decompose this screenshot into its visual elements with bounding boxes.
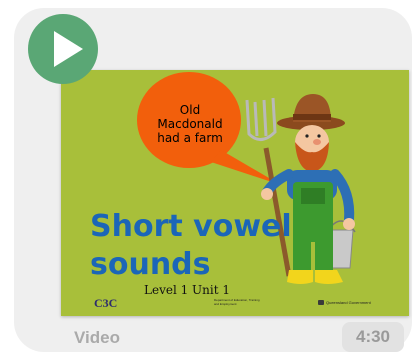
department-logo-text: Department of Education, Training and Em… xyxy=(214,298,260,306)
play-button[interactable] xyxy=(28,14,98,84)
slide-subtitle: Level 1 Unit 1 xyxy=(144,283,231,297)
play-icon xyxy=(54,31,83,67)
bubble-line-3: had a farm xyxy=(157,131,223,145)
queensland-government-logo: Queensland Government xyxy=(318,300,371,306)
duration-badge: 4:30 xyxy=(342,322,404,352)
slide-title-line-1: Short vowel xyxy=(90,209,292,244)
speech-bubble-text: Old Macdonald had a farm xyxy=(144,103,236,145)
crest-icon xyxy=(318,300,324,306)
c3c-logo: C3C xyxy=(94,296,118,310)
bubble-line-2: Macdonald xyxy=(157,117,223,131)
slide-title-line-2: sounds xyxy=(90,247,211,282)
bubble-line-1: Old xyxy=(179,103,201,117)
media-type-label: Video xyxy=(74,328,120,347)
queensland-government-text: Queensland Government xyxy=(326,300,371,305)
